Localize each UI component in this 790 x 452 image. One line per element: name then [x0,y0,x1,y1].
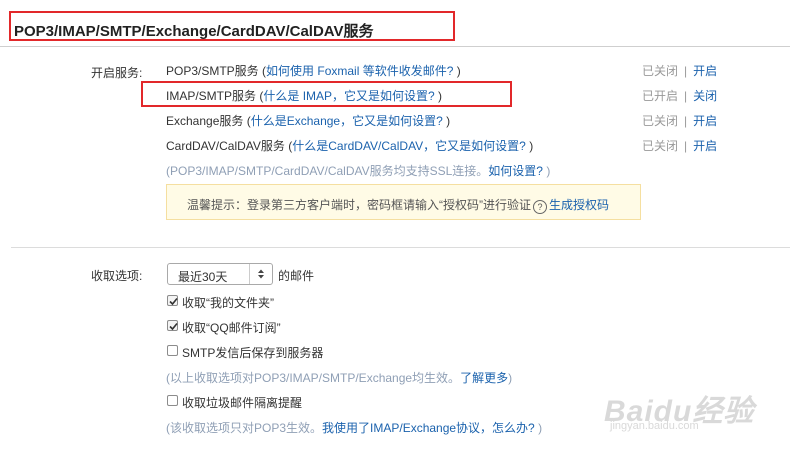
select-suffix: 的邮件 [278,269,315,283]
section-header: POP3/IMAP/SMTP/Exchange/CardDAV/CalDAV服务 [0,0,790,48]
status-text: 已关闭 [642,64,679,78]
ssl-howto-link[interactable]: 如何设置? [488,164,543,178]
option-label: SMTP发信后保存到服务器 [182,346,324,360]
paren-close: ) [525,139,534,153]
service-status-carddav: 已关闭 | 开启 [642,137,717,154]
tip-box: 温馨提示：登录第三方客户端时，密码框请输入“授权码”进行验证? 生成授权码 [166,184,641,220]
separator: | [684,114,688,128]
select-arrow-icon [249,264,272,284]
service-status-pop3: 已关闭 | 开启 [642,62,717,79]
paren-close: ) [453,64,461,78]
paren-close: ) [442,114,451,128]
paren-open: ( [258,64,267,78]
paren-close: ) [434,89,443,103]
service-row-exchange: Exchange服务 (什么是Exchange，它又是如何设置? ) [166,112,450,129]
help-link-exchange[interactable]: 什么是Exchange，它又是如何设置? [251,114,443,128]
checkbox-spam-reminder[interactable] [167,395,178,406]
generate-auth-code-link[interactable]: 生成授权码 [549,198,609,212]
status-text: 已开启 [642,89,679,103]
enable-exchange-link[interactable]: 开启 [693,114,717,128]
disable-imap-link[interactable]: 关闭 [693,89,717,103]
question-icon[interactable]: ? [533,200,547,214]
learn-more-link[interactable]: 了解更多 [460,371,508,385]
service-name: Exchange服务 [166,114,244,128]
receive-note-text: (以上收取选项对POP3/IMAP/SMTP/Exchange均生效。 [166,371,461,385]
service-row-carddav: CardDAV/CalDAV服务 (什么是CardDAV/CalDAV，它又是如… [166,137,533,154]
option-label: 收取“我的文件夹” [182,296,274,310]
tip-text: 温馨提示：登录第三方客户端时，密码框请输入“授权码”进行验证 [187,198,531,212]
help-link-pop3[interactable]: 如何使用 Foxmail 等软件收发邮件? [266,64,453,78]
receive-label: 收取选项: [91,269,143,283]
paren-close: ) [508,371,513,385]
help-link-imap[interactable]: 什么是 IMAP，它又是如何设置? [263,89,434,103]
watermark-url: jingyan.baidu.com [610,420,699,432]
status-text: 已关闭 [642,114,679,128]
enable-pop3-link[interactable]: 开启 [693,64,717,78]
pop3-note: (该收取选项只对POP3生效。我使用了IMAP/Exchange协议，怎么办? … [166,419,542,436]
service-name: IMAP/SMTP服务 [166,89,257,103]
checkbox-my-folders[interactable] [167,295,178,306]
ssl-note-text: (POP3/IMAP/SMTP/CardDAV/CalDAV服务均支持SSL连接… [166,164,489,178]
tip-line: 温馨提示：登录第三方客户端时，密码框请输入“授权码”进行验证? 生成授权码 [187,196,609,214]
services-label: 开启服务: [91,66,143,80]
highlight-box-title [9,11,455,41]
separator: | [684,139,688,153]
checkbox-smtp-save[interactable] [167,345,178,356]
receive-range-select[interactable]: 最近30天 [167,263,273,285]
paren-open: ( [243,114,251,128]
section-divider [11,247,790,248]
select-value: 最近30天 [178,270,228,284]
service-row-imap: IMAP/SMTP服务 (什么是 IMAP，它又是如何设置? ) [166,87,442,104]
service-name: CardDAV/CalDAV服务 [166,139,285,153]
option-label: 收取垃圾邮件隔离提醒 [182,396,303,410]
enable-carddav-link[interactable]: 开启 [693,139,717,153]
separator: | [684,64,688,78]
imap-exchange-help-link[interactable]: 我使用了IMAP/Exchange协议，怎么办? [322,421,535,435]
ssl-note: (POP3/IMAP/SMTP/CardDAV/CalDAV服务均支持SSL连接… [166,162,550,179]
pop3-note-text: (该收取选项只对POP3生效。 [166,421,323,435]
option-label: 收取“QQ邮件订阅” [182,321,281,335]
service-name: POP3/SMTP服务 [166,64,259,78]
checkbox-qq-subscription[interactable] [167,320,178,331]
separator: | [684,89,688,103]
help-link-carddav[interactable]: 什么是CardDAV/CalDAV，它又是如何设置? [292,139,526,153]
service-status-exchange: 已关闭 | 开启 [642,112,717,129]
header-divider [0,46,790,47]
service-status-imap: 已开启 | 关闭 [642,87,717,104]
paren-close: ) [534,421,543,435]
paren-close: ) [542,164,551,178]
service-row-pop3: POP3/SMTP服务 (如何使用 Foxmail 等软件收发邮件? ) [166,62,461,79]
receive-note: (以上收取选项对POP3/IMAP/SMTP/Exchange均生效。了解更多) [166,369,512,386]
status-text: 已关闭 [642,139,679,153]
